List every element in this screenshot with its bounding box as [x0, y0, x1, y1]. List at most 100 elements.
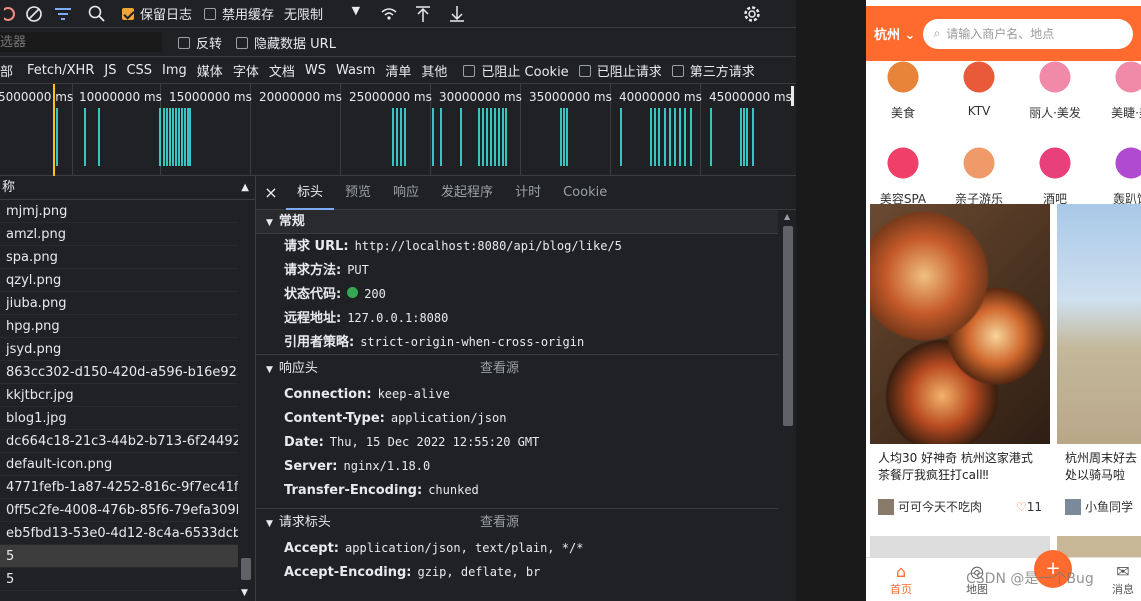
request-bar — [650, 108, 652, 166]
request-row[interactable]: spa.png — [0, 246, 238, 269]
nav-message[interactable]: ✉ 消息 — [1112, 562, 1134, 597]
type-filter-manifest[interactable]: 清单 — [385, 61, 411, 80]
type-filter-fetch[interactable]: Fetch/XHR — [27, 63, 94, 78]
request-row[interactable]: jsyd.png — [0, 338, 238, 361]
nav-home[interactable]: ⌂ 首页 — [890, 562, 912, 597]
request-bar — [432, 108, 434, 166]
request-bar — [684, 108, 686, 166]
tab-headers[interactable]: 标头 — [286, 175, 335, 210]
category-item[interactable]: 美容SPA — [874, 140, 932, 207]
type-filter-js[interactable]: JS — [104, 63, 116, 78]
clear-icon[interactable] — [22, 2, 46, 26]
blocked-cookies-toggle[interactable]: 已阻止 Cookie — [463, 61, 569, 80]
close-icon[interactable]: × — [256, 183, 286, 202]
category-item[interactable]: KTV — [950, 54, 1008, 118]
city-selector[interactable]: 杭州 ⌄ — [874, 24, 915, 43]
category-item[interactable]: 轰趴馆 — [1102, 140, 1141, 207]
request-row[interactable]: amzl.png — [0, 223, 238, 246]
feed-card[interactable]: 人均30 好神奇 杭州这家港式茶餐厅我疯狂打call‼ 可可今天不吃肉 ♡ 11 — [870, 204, 1050, 523]
request-row[interactable]: qzyl.png — [0, 269, 238, 292]
timeline-overview[interactable]: 5000000 ms 10000000 ms 15000000 ms 20000… — [0, 84, 796, 176]
type-filter-font[interactable]: 字体 — [233, 61, 259, 80]
filter-input[interactable] — [0, 32, 162, 52]
type-filter-all[interactable]: 部 — [0, 61, 13, 80]
network-toolbar: 保留日志 禁用缓存 无限制 ▼ — [0, 0, 796, 28]
view-source-link[interactable]: 查看源 — [480, 355, 519, 383]
hide-data-url-checkbox[interactable] — [236, 36, 249, 49]
third-party-toggle[interactable]: 第三方请求 — [671, 61, 755, 80]
scroll-up-icon[interactable]: ▲ — [784, 212, 790, 221]
tab-response[interactable]: 响应 — [382, 176, 430, 210]
request-row[interactable]: 5 — [0, 568, 238, 591]
request-row[interactable]: 5 — [0, 545, 238, 568]
invert-toggle[interactable]: 反转 — [178, 33, 222, 52]
timeline-handle[interactable] — [791, 86, 794, 106]
sort-up-icon[interactable]: ▲ — [241, 176, 249, 199]
response-headers-section-header[interactable]: ▼ 响应头 查看源 — [256, 354, 778, 382]
type-filter-wasm[interactable]: Wasm — [336, 63, 375, 78]
type-filter-ws[interactable]: WS — [305, 63, 326, 78]
record-icon[interactable] — [0, 2, 22, 26]
request-row[interactable]: dc664c18-21c3-44b2-b713-6f24492ba3 — [0, 430, 238, 453]
blocked-requests-toggle[interactable]: 已阻止请求 — [578, 61, 662, 80]
search-icon[interactable] — [80, 2, 114, 26]
general-section-header[interactable]: ▼ 常规 — [256, 210, 778, 234]
list-scrollbar[interactable]: ▼ — [239, 200, 253, 600]
request-headers-section-header[interactable]: ▼ 请求标头 查看源 — [256, 508, 778, 536]
name-column-header[interactable]: 称 ▲ — [0, 176, 255, 200]
request-row[interactable]: jiuba.png — [0, 292, 238, 315]
request-row[interactable]: blog1.jpg — [0, 407, 238, 430]
type-filter-img[interactable]: Img — [162, 63, 187, 78]
preserve-log-toggle[interactable]: 保留日志 — [122, 4, 192, 23]
category-item[interactable]: 酒吧 — [1026, 140, 1084, 207]
city-label: 杭州 — [874, 28, 901, 43]
feed-card[interactable]: 杭州周末好去处以骑马啦 小鱼同学 — [1057, 204, 1141, 523]
tab-cookies[interactable]: Cookie — [552, 176, 618, 210]
request-row[interactable]: default-icon.png — [0, 453, 238, 476]
category-item[interactable]: 亲子游乐 — [950, 140, 1008, 207]
request-row[interactable]: 4771fefb-1a87-4252-816c-9f7ec41ffa4a — [0, 476, 238, 499]
type-filter-media[interactable]: 媒体 — [197, 61, 223, 80]
category-icon — [1030, 54, 1080, 100]
request-row[interactable]: mjmj.png — [0, 200, 238, 223]
scrollbar-thumb[interactable] — [241, 558, 251, 580]
details-scrollbar[interactable]: ▲ — [780, 210, 796, 601]
response-header-row: Date: Thu, 15 Dec 2022 12:55:20 GMT — [256, 430, 778, 454]
scrollbar-thumb[interactable] — [783, 226, 793, 426]
network-conditions-icon[interactable] — [372, 2, 406, 26]
tab-preview[interactable]: 预览 — [334, 176, 382, 210]
throttle-select[interactable]: 无限制 ▼ — [284, 4, 360, 23]
like-icon[interactable]: ♡ — [1016, 500, 1027, 514]
preserve-log-checkbox[interactable] — [122, 8, 134, 20]
hide-data-url-toggle[interactable]: 隐藏数据 URL — [236, 33, 336, 52]
type-filter-doc[interactable]: 文档 — [269, 61, 295, 80]
request-bar — [746, 108, 748, 166]
request-row[interactable]: 863cc302-d150-420d-a596-b16e9232a1 — [0, 361, 238, 384]
filter-icon[interactable] — [46, 2, 80, 26]
search-placeholder: 请输入商户名、地点 — [946, 27, 1055, 41]
tab-timing[interactable]: 计时 — [504, 176, 552, 210]
scroll-down-icon[interactable]: ▼ — [241, 588, 248, 598]
category-item[interactable]: 美睫·美 — [1102, 54, 1141, 121]
request-bar — [184, 108, 186, 166]
view-source-link[interactable]: 查看源 — [480, 509, 519, 537]
third-party-checkbox[interactable] — [671, 64, 684, 77]
type-filter-other[interactable]: 其他 — [421, 61, 447, 80]
blocked-cookies-checkbox[interactable] — [463, 64, 476, 77]
disable-cache-toggle[interactable]: 禁用缓存 — [204, 4, 274, 23]
type-filter-css[interactable]: CSS — [126, 63, 152, 78]
request-row[interactable]: kkjtbcr.jpg — [0, 384, 238, 407]
gear-icon[interactable] — [740, 2, 764, 26]
category-item[interactable]: 丽人·美发 — [1026, 54, 1084, 121]
tab-initiator[interactable]: 发起程序 — [430, 176, 504, 210]
disable-cache-checkbox[interactable] — [204, 8, 217, 20]
request-row[interactable]: eb5fbd13-53e0-4d12-8c4a-6533dcb1a9 — [0, 522, 238, 545]
blocked-requests-checkbox[interactable] — [578, 64, 591, 77]
invert-checkbox[interactable] — [178, 36, 190, 49]
import-har-icon[interactable] — [406, 2, 440, 26]
mobile-search-input[interactable]: ⌕ 请输入商户名、地点 — [923, 18, 1133, 49]
export-har-icon[interactable] — [440, 2, 474, 26]
category-item[interactable]: 美食 — [874, 54, 932, 121]
request-row[interactable]: hpg.png — [0, 315, 238, 338]
request-row[interactable]: 0ff5c2fe-4008-476b-85f6-79efa309bc4b — [0, 499, 238, 522]
